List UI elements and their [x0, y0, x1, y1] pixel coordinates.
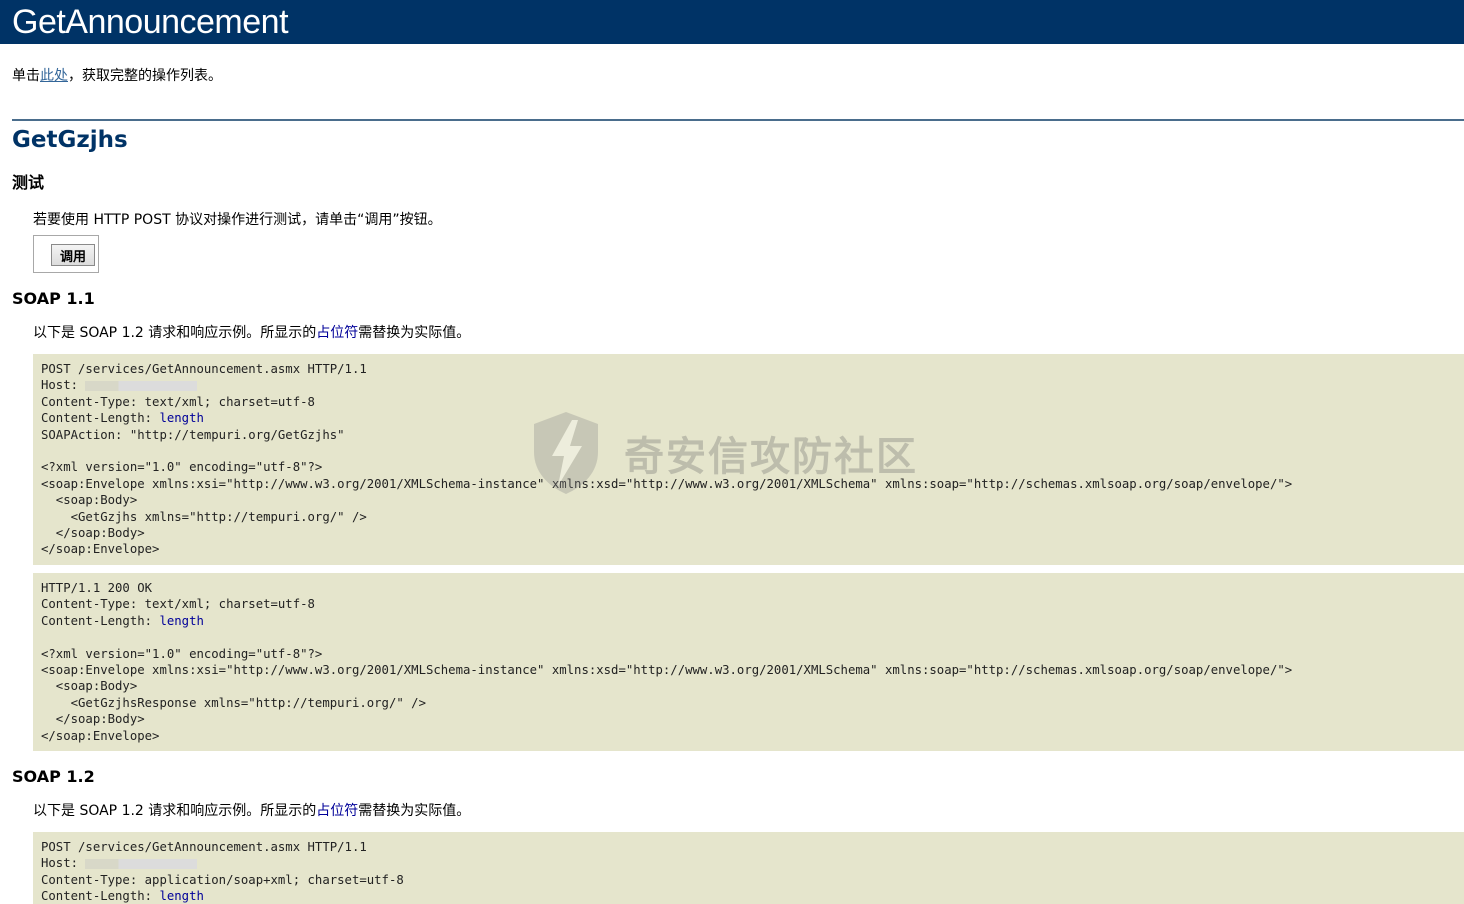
masked-host [85, 380, 198, 391]
soap12-placeholder-term: 占位符 [316, 802, 359, 819]
intro-suffix: ，获取完整的操作列表。 [68, 68, 222, 84]
soap12-request-block: POST /services/GetAnnouncement.asmx HTTP… [33, 831, 1464, 904]
code-line: Content-Length: [41, 613, 160, 628]
soap12-heading: SOAP 1.2 [12, 766, 95, 786]
soap11-request-block: POST /services/GetAnnouncement.asmx HTTP… [33, 354, 1464, 565]
soap11-response-body: <?xml version="1.0" encoding="utf-8"?> <… [41, 646, 1293, 743]
code-line: Content-Type: text/xml; charset=utf-8 [41, 597, 315, 612]
test-description: 若要使用 HTTP POST 协议对操作进行测试，请单击“调用”按钮。 [33, 212, 442, 228]
length-placeholder: length [159, 613, 204, 628]
soap12-desc-suffix: 需替换为实际值。 [358, 802, 471, 819]
code-line: POST /services/GetAnnouncement.asmx HTTP… [41, 362, 367, 376]
code-line: Content-Type: application/soap+xml; char… [41, 872, 404, 887]
length-placeholder: length [159, 411, 204, 426]
code-line: Host: [41, 378, 86, 393]
soap12-description: 以下是 SOAP 1.2 请求和响应示例。所显示的占位符需替换为实际值。 [33, 800, 1464, 820]
code-line: Content-Type: text/xml; charset=utf-8 [41, 394, 315, 409]
code-line: Host: [41, 856, 86, 871]
masked-host [85, 858, 198, 869]
test-heading: 测试 [12, 173, 45, 192]
soap11-heading: SOAP 1.1 [12, 289, 95, 308]
soap11-desc-prefix: 以下是 SOAP 1.2 请求和响应示例。所显示的 [33, 325, 317, 341]
soap12-desc-prefix: 以下是 SOAP 1.2 请求和响应示例。所显示的 [33, 802, 317, 819]
soap11-placeholder-term: 占位符 [316, 325, 359, 341]
operation-title: GetGzjhs [12, 127, 128, 153]
code-line: Content-Length: [41, 411, 160, 426]
operations-list-link[interactable]: 此处 [40, 68, 68, 84]
section-divider [12, 119, 1464, 121]
soap11-request-body: <?xml version="1.0" encoding="utf-8"?> <… [41, 460, 1293, 557]
code-line: POST /services/GetAnnouncement.asmx HTTP… [41, 839, 367, 854]
code-line: SOAPAction: "http://tempuri.org/GetGzjhs… [41, 427, 345, 442]
length-placeholder: length [159, 889, 204, 904]
soap11-desc-suffix: 需替换为实际值。 [358, 325, 471, 341]
page-header: GetAnnouncement [0, 0, 1464, 44]
soap11-description: 以下是 SOAP 1.2 请求和响应示例。所显示的占位符需替换为实际值。 [33, 322, 1464, 342]
code-line: Content-Length: [41, 889, 160, 904]
intro-prefix: 单击 [12, 68, 40, 84]
invoke-form: 调用 [33, 235, 99, 273]
page-title: GetAnnouncement [12, 3, 289, 41]
soap11-response-block: HTTP/1.1 200 OK Content-Type: text/xml; … [33, 572, 1464, 751]
code-line: HTTP/1.1 200 OK [41, 580, 153, 595]
intro-text: 单击此处，获取完整的操作列表。 [12, 65, 1464, 85]
invoke-button[interactable]: 调用 [51, 244, 95, 266]
